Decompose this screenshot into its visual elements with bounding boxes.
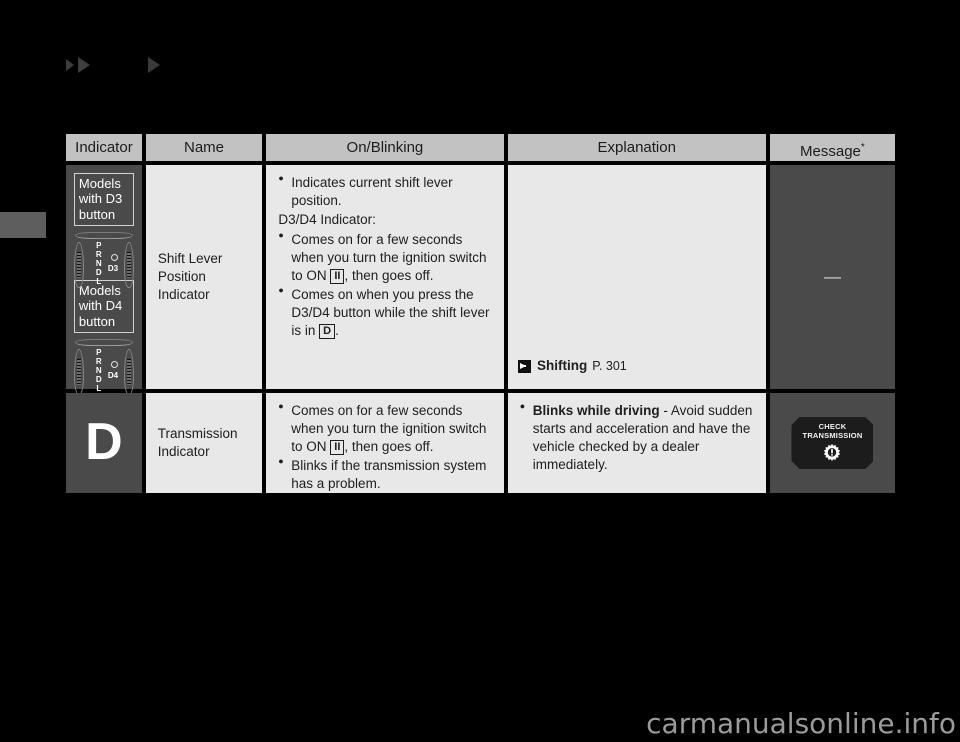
name-line-1: Shift Lever [157, 251, 223, 267]
cell-explanation-shift-lever: Shifting P. 301 [507, 165, 766, 389]
gate-letter-p-d4: P [96, 347, 102, 357]
on-blinking-list-shift-lever: Indicates current shift lever position. [278, 173, 494, 210]
site-watermark: carmanualsonline.info [646, 707, 956, 740]
model-badge-d4-line3: button [78, 313, 116, 329]
transmission-indicator-glyph: D [85, 413, 123, 472]
name-line-1: Transmission [157, 426, 238, 442]
column-header-message-superscript: * [860, 142, 865, 153]
on-blinking-item: Comes on for a few seconds when you turn… [278, 401, 494, 456]
check-transmission-telltale: CHECK TRANSMISSION [791, 417, 873, 469]
shift-gate-left-serration-d4 [76, 358, 81, 385]
indicator-table: Indicator Name On/Blinking Explanation M… [66, 134, 895, 493]
shift-gate-button-label-d4: D4 [107, 370, 119, 380]
cell-message-shift-lever: — [769, 165, 895, 389]
cross-reference-title: Shifting [536, 358, 588, 374]
model-badge-d3-line2: with D3 [78, 191, 123, 207]
table-header-row: Indicator Name On/Blinking Explanation M… [66, 134, 895, 161]
column-header-name: Name [145, 134, 263, 161]
column-header-on-blinking: On/Blinking [266, 134, 504, 161]
text-after: . [335, 322, 339, 338]
text-after: , then goes off. [344, 438, 434, 454]
model-badge-d3-line1: Models [78, 176, 121, 191]
gate-letter-n: N [95, 258, 102, 268]
gate-letter-l-d4: L [96, 383, 102, 393]
shift-gate-top-bar [74, 231, 133, 239]
on-blinking-item: Comes on for a few seconds when you turn… [278, 230, 494, 285]
manual-page: Indicator Name On/Blinking Explanation M… [0, 0, 960, 742]
message-telltale-wrap: CHECK TRANSMISSION [770, 393, 895, 493]
table-row: D Transmission Indicator Comes on for a … [66, 393, 895, 493]
model-badge-d4-line1: Models [78, 283, 121, 298]
cross-reference-page: P. 301 [592, 358, 627, 373]
shift-gate-left-serration [76, 251, 81, 278]
double-right-triangle-marker-part1 [66, 59, 74, 71]
model-badge-d3-line3: button [78, 206, 116, 222]
column-header-message-label: Message [800, 143, 861, 160]
gate-letter-r: R [95, 249, 102, 259]
message-dash: — [823, 266, 841, 286]
on-blinking-list-transmission: Comes on for a few seconds when you turn… [278, 401, 494, 493]
column-header-explanation: Explanation [507, 134, 766, 161]
right-triangle-marker-icon [148, 57, 160, 73]
cross-reference-link[interactable]: Shifting P. 301 [508, 357, 627, 375]
model-badge-d4-line2: with D4 [78, 298, 123, 314]
cell-message-transmission: CHECK TRANSMISSION [770, 393, 895, 493]
ignition-position-symbol: II [330, 268, 345, 284]
shift-gate-indicator-dot-d4 [110, 360, 118, 368]
page-marker-row [0, 56, 960, 80]
section-tab [0, 212, 46, 238]
double-right-triangle-marker-part2 [78, 57, 90, 73]
cell-name-transmission: Transmission Indicator [145, 393, 263, 493]
cell-name-shift-lever: Shift Lever Position Indicator [145, 165, 263, 389]
shift-gate-graphic-d3: P R N D L D3 [71, 230, 137, 288]
gate-letter-p: P [96, 240, 102, 250]
ignition-position-symbol: II [330, 439, 345, 455]
explanation-item-bold: Blinks while driving [532, 403, 660, 418]
cell-indicator-shift-lever: Models with D3 button P R N D L D3 Model… [66, 165, 142, 395]
shift-gate-top-bar-d4 [74, 338, 133, 346]
on-blinking-subheading: D3/D4 Indicator: [278, 211, 376, 227]
model-badge-d3: Models with D3 button [73, 173, 134, 226]
gate-letter-d: D [95, 267, 102, 277]
arrow-reference-icon [517, 359, 531, 373]
shift-gate-indicator-dot [110, 253, 118, 261]
gate-letter-l: L [96, 276, 102, 286]
shift-gate-button-label-d3: D3 [107, 263, 119, 273]
shift-gate-right-serration-d4 [126, 358, 131, 385]
shift-gate-right-serration [126, 251, 131, 278]
gate-letter-d-d4: D [95, 374, 102, 384]
shift-gate-letters-d4: P R N D L [96, 348, 102, 393]
gear-warning-icon [822, 443, 842, 463]
cell-on-blinking-transmission: Comes on for a few seconds when you turn… [266, 393, 504, 493]
shift-position-symbol: D [319, 323, 336, 339]
telltale-line-2: TRANSMISSION [802, 430, 863, 440]
text-after: , then goes off. [344, 267, 434, 283]
on-blinking-list-shift-lever-2: Comes on for a few seconds when you turn… [278, 230, 494, 340]
name-line-2: Position Indicator [157, 269, 210, 302]
shift-gate-letters-d3: P R N D L [96, 241, 102, 286]
cell-on-blinking-shift-lever: Indicates current shift lever position. … [266, 165, 504, 389]
gate-letter-n-d4: N [95, 365, 102, 375]
gate-letter-r-d4: R [95, 356, 102, 366]
on-blinking-item: Comes on when you press the D3/D4 button… [278, 285, 494, 340]
column-header-message: Message* [769, 134, 895, 161]
on-blinking-item: Indicates current shift lever position. [278, 173, 494, 210]
column-header-indicator: Indicator [66, 134, 142, 161]
explanation-item: Blinks while driving - Avoid sudden star… [520, 401, 756, 474]
on-blinking-item: Blinks if the transmission system has a … [278, 456, 494, 493]
table-row: Models with D3 button P R N D L D3 Model… [66, 165, 895, 395]
shift-gate-graphic-d4: P R N D L D4 [71, 337, 137, 395]
cell-explanation-transmission: Blinks while driving - Avoid sudden star… [507, 393, 766, 493]
model-badge-d4: Models with D4 button [73, 280, 134, 333]
cell-indicator-transmission: D [66, 393, 142, 493]
name-line-2: Indicator [157, 444, 210, 459]
explanation-list-transmission: Blinks while driving - Avoid sudden star… [520, 401, 756, 474]
